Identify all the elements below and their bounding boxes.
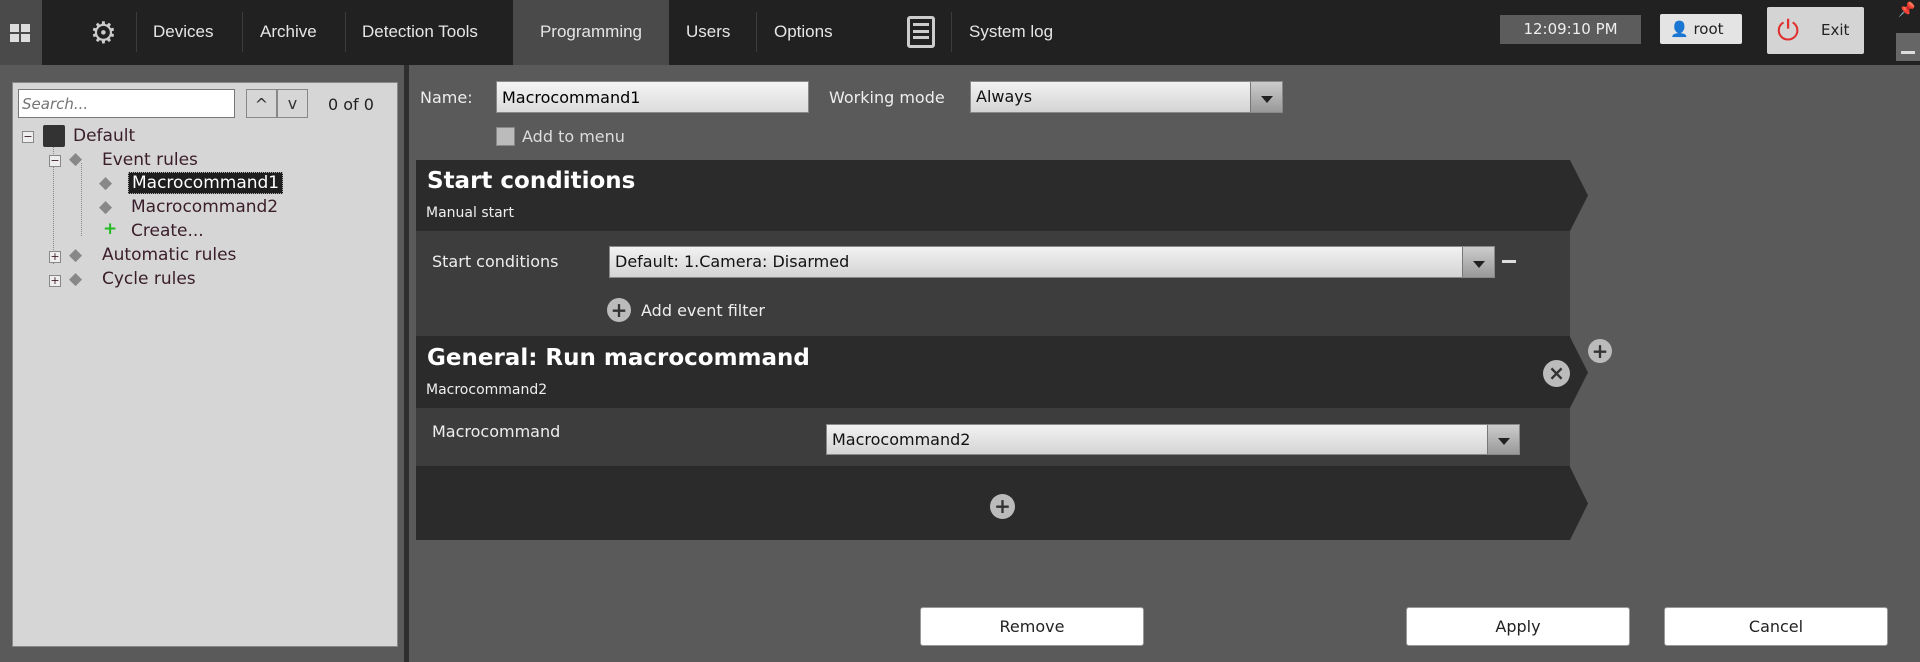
start-conditions-title: Start conditions — [427, 168, 636, 194]
macrocommand-select[interactable]: Macrocommand2 — [826, 424, 1520, 455]
action-title: General: Run macrocommand — [427, 345, 810, 371]
macrocommand-value: Macrocommand2 — [832, 430, 971, 449]
add-action-icon[interactable]: + — [990, 494, 1015, 519]
nav-programming[interactable]: Programming — [513, 0, 669, 65]
add-action-side-icon[interactable]: + — [1588, 339, 1612, 363]
minimize-button[interactable] — [1896, 33, 1920, 61]
chevron-down-icon[interactable] — [1462, 247, 1494, 277]
chevron-down-icon[interactable] — [1487, 425, 1519, 454]
add-to-menu-checkbox[interactable] — [496, 127, 515, 146]
cancel-button[interactable]: Cancel — [1664, 607, 1888, 646]
search-next-button[interactable]: v — [277, 89, 308, 118]
nav-detection-tools[interactable]: Detection Tools — [362, 0, 478, 65]
tree-item-automatic-rules[interactable]: Automatic rules — [102, 245, 236, 265]
nav-system-log[interactable]: System log — [969, 0, 1053, 65]
user-icon: 👤 — [1670, 20, 1689, 38]
pin-icon[interactable]: 📌 — [1898, 2, 1915, 18]
panel-splitter[interactable] — [404, 65, 409, 662]
tree-expander[interactable]: − — [22, 131, 34, 143]
gear-icon[interactable]: ⚙ — [90, 16, 117, 51]
add-to-menu-label: Add to menu — [522, 127, 625, 146]
system-log-icon[interactable] — [907, 16, 935, 48]
nav-archive[interactable]: Archive — [260, 0, 317, 65]
remove-condition-icon[interactable] — [1502, 260, 1516, 263]
working-mode-value: Always — [976, 87, 1033, 106]
exit-button[interactable]: ⏻ Exit — [1767, 7, 1864, 54]
search-prev-button[interactable]: ^ — [246, 89, 277, 118]
working-mode-select[interactable]: Always — [970, 81, 1283, 113]
create-plus-icon: + — [103, 219, 118, 239]
nav-users[interactable]: Users — [686, 0, 730, 65]
start-conditions-subtitle: Manual start — [426, 205, 514, 221]
start-condition-select[interactable]: Default: 1.Camera: Disarmed — [609, 246, 1495, 278]
rules-icon: ◆ — [69, 245, 83, 265]
tree-item-event-rules[interactable]: Event rules — [102, 150, 198, 170]
top-bar: ⚙ Devices Archive Detection Tools Progra… — [0, 0, 1920, 65]
tree-item-cycle-rules[interactable]: Cycle rules — [102, 269, 196, 289]
search-input[interactable] — [18, 89, 235, 118]
nav-options[interactable]: Options — [774, 0, 833, 65]
tree-expander[interactable]: − — [49, 155, 61, 167]
apply-button[interactable]: Apply — [1406, 607, 1630, 646]
exit-label: Exit — [1821, 21, 1850, 39]
name-input[interactable] — [496, 81, 809, 113]
macrocommand-row-label: Macrocommand — [432, 422, 561, 441]
clock: 12:09:10 PM — [1500, 15, 1641, 44]
chevron-down-icon[interactable] — [1250, 82, 1282, 112]
rule-icon: ◆ — [99, 197, 113, 217]
rule-icon: ◆ — [99, 173, 113, 193]
tree-panel: ^ v 0 of 0 − Default − ◆ Event rules ◆ M… — [12, 82, 398, 647]
add-filter-icon[interactable]: + — [607, 298, 631, 322]
user-button[interactable]: 👤 root — [1660, 14, 1742, 44]
tree-item-default[interactable]: Default — [73, 126, 135, 146]
remove-button[interactable]: Remove — [920, 607, 1144, 646]
add-event-filter-link[interactable]: Add event filter — [641, 301, 765, 320]
tree-expander[interactable]: + — [49, 275, 61, 287]
close-action-icon[interactable]: × — [1543, 360, 1570, 387]
tree-item-macrocommand1[interactable]: Macrocommand1 — [128, 172, 284, 194]
action-subtitle: Macrocommand2 — [426, 382, 548, 398]
name-label: Name: — [420, 88, 473, 107]
working-mode-label: Working mode — [829, 88, 945, 107]
tree-expander[interactable]: + — [49, 251, 61, 263]
power-icon: ⏻ — [1777, 14, 1800, 47]
nav-devices[interactable]: Devices — [153, 0, 213, 65]
start-conditions-row-label: Start conditions — [432, 252, 559, 271]
main-menu-icon[interactable] — [0, 0, 42, 65]
rules-icon: ◆ — [69, 149, 83, 169]
tree-item-create[interactable]: Create... — [131, 221, 204, 241]
search-counter: 0 of 0 — [328, 95, 374, 114]
start-condition-value: Default: 1.Camera: Disarmed — [615, 252, 850, 271]
rules-icon: ◆ — [69, 269, 83, 289]
user-name: root — [1693, 20, 1724, 38]
server-icon — [43, 125, 65, 147]
tree-item-macrocommand2[interactable]: Macrocommand2 — [131, 197, 278, 217]
